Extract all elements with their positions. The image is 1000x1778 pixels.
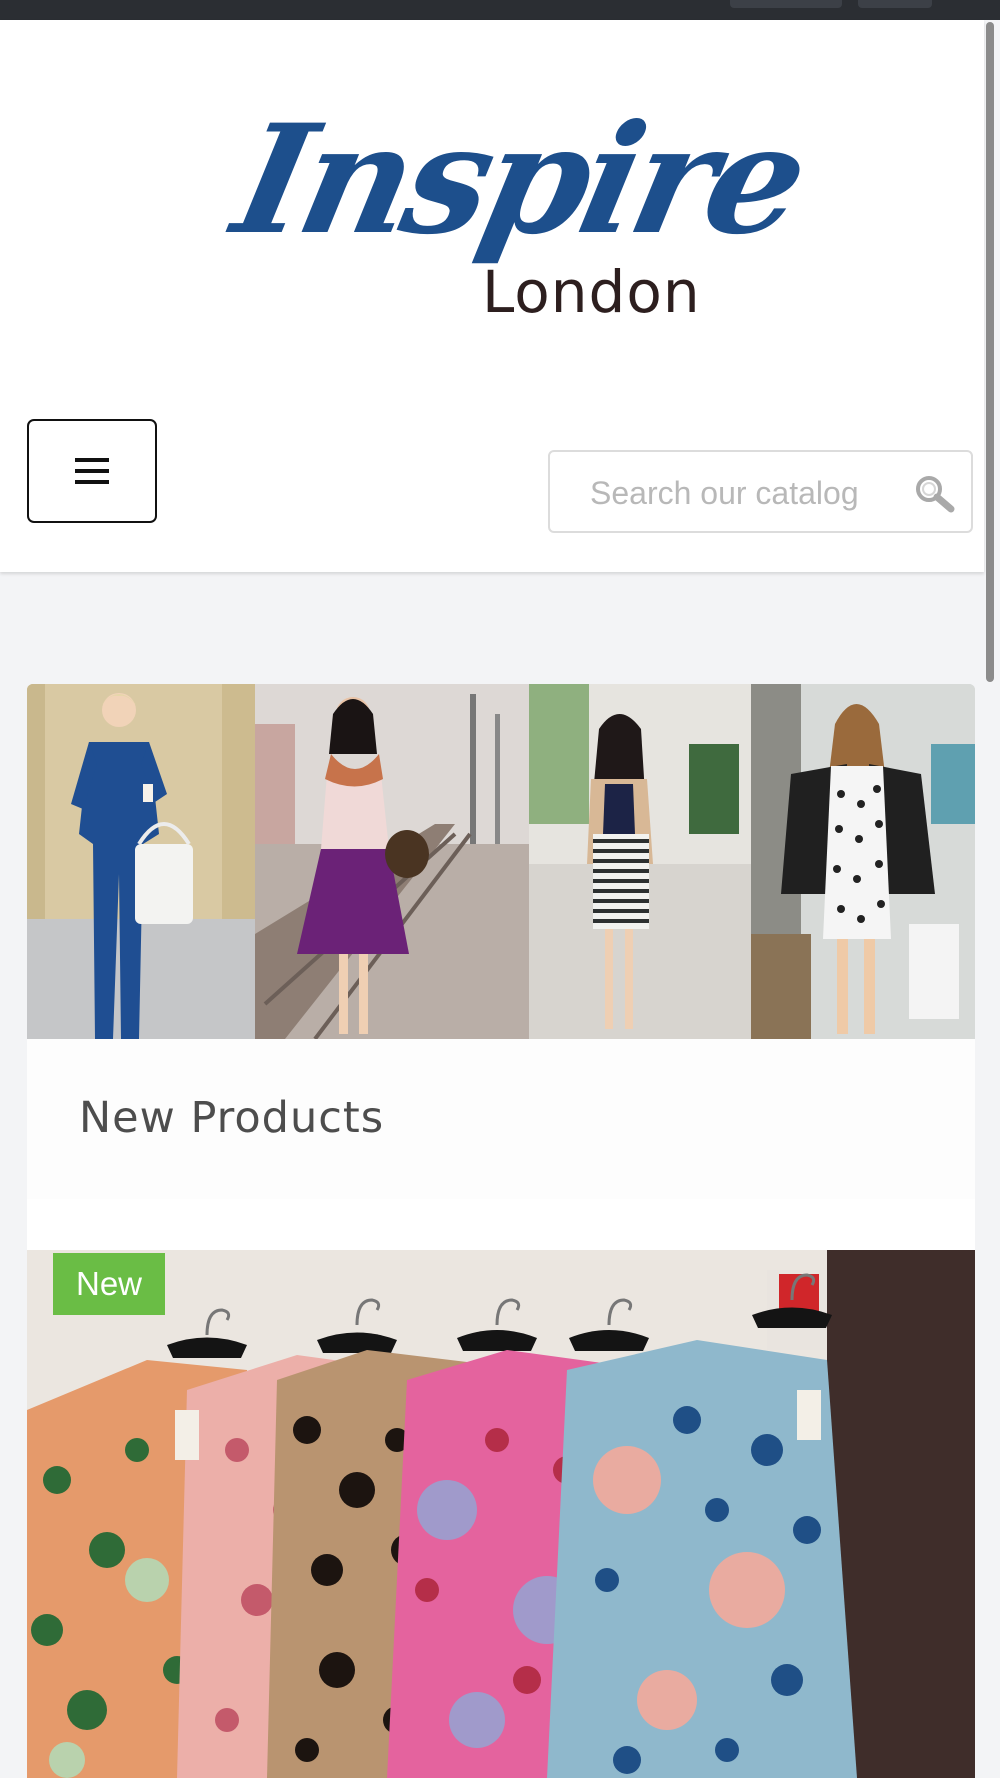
new-badge: New	[53, 1253, 165, 1315]
site-logo[interactable]: Inspire London	[221, 92, 816, 345]
hero-panel-print-dress	[751, 684, 975, 1039]
page-scrollbar[interactable]	[986, 22, 994, 682]
section-title: New Products	[79, 1093, 385, 1143]
product-list-spacer	[27, 1199, 975, 1250]
logo-script-text: Inspire	[221, 92, 817, 268]
hero-panel-purple-skirt	[255, 684, 529, 1039]
hero-panel-purple-skirt-art	[255, 684, 529, 1039]
hamburger-icon	[75, 458, 109, 484]
hero-panel-striped-skirt-art	[529, 684, 751, 1039]
hero-panel-print-dress-art	[751, 684, 975, 1039]
search-box	[548, 450, 973, 533]
product-image[interactable]	[27, 1250, 975, 1778]
menu-button[interactable]	[27, 419, 157, 523]
top-bar-control[interactable]	[858, 0, 932, 8]
top-bar-control[interactable]	[730, 0, 842, 8]
hero-banner[interactable]	[27, 684, 975, 1039]
new-products-section: New Products	[27, 1039, 975, 1201]
hero-panel-striped-skirt	[529, 684, 751, 1039]
search-icon[interactable]	[912, 473, 956, 513]
browser-top-bar	[0, 0, 1000, 20]
search-input[interactable]	[588, 470, 892, 516]
product-card[interactable]: New	[27, 1250, 975, 1778]
hero-panel-blue-jumpsuit	[27, 684, 255, 1039]
hero-panel-blue-jumpsuit-art	[27, 684, 255, 1039]
logo-city-text: London	[482, 258, 701, 326]
